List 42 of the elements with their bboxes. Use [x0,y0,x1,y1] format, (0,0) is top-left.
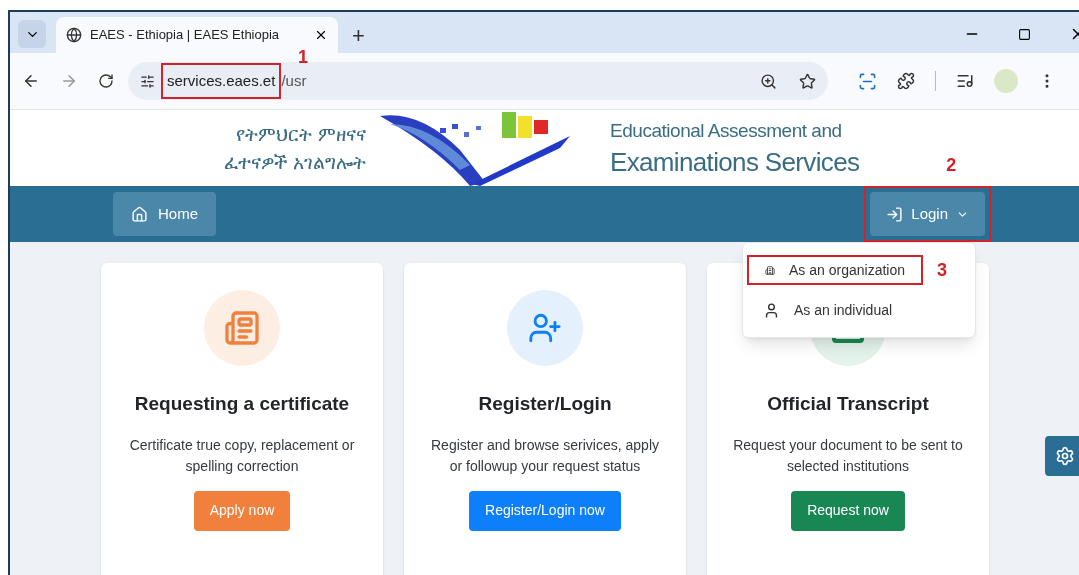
dropdown-item[interactable]: As an organization [747,255,923,285]
scan-icon[interactable] [858,71,877,91]
amharic-title: ፈተናዎች አገልግሎት [223,150,366,175]
card-title: Requesting a certificate [134,392,350,416]
card-description: Certificate true copy, replacement or spelling correction [128,435,356,476]
annotation-number: 2 [946,156,957,174]
new-tab-button[interactable]: + [348,25,369,47]
site-settings-icon[interactable] [140,73,155,89]
url-host: services.eaes.et [161,62,282,100]
login-button[interactable]: Login [870,192,985,236]
globe-icon [66,27,82,43]
card-action-button[interactable]: Register/Login now [469,490,621,531]
home-icon [131,205,148,223]
card-title: Register/Login [478,392,612,416]
user-icon [763,301,780,319]
back-icon[interactable] [22,72,40,90]
login-arrow-icon [886,205,904,223]
settings-button[interactable] [1045,436,1079,476]
maximize-icon[interactable] [1018,27,1031,41]
forward-icon[interactable] [60,72,78,90]
bookmark-star-icon[interactable] [799,72,816,90]
address-bar[interactable]: services.eaes.et /usr [128,62,828,100]
annotation-number: 3 [937,261,947,279]
site-title: Educational Assessment and [610,118,843,143]
reload-icon[interactable] [98,73,114,89]
zoom-icon[interactable] [760,72,777,90]
card-description: Register and browse serivices, apply or followup your request status [430,435,660,476]
dropdown-item[interactable]: As an individual [747,295,971,325]
card-description: Request your document to be sent to selected institutions [732,435,964,476]
extensions-icon[interactable] [897,72,915,90]
url-path: /usr [281,70,307,91]
newspaper-icon [224,310,260,346]
site-title: Examinations Services [610,146,860,180]
tab-title: EAES - Ethiopia | EAES Ethiopia [90,26,281,45]
amharic-title: የትምህርት ምዘናና [235,122,366,147]
card-title: Official Transcript [767,392,929,416]
media-icon[interactable] [956,72,974,90]
user-plus-icon [528,311,562,345]
settings-icon [1055,446,1075,466]
close-icon[interactable] [314,28,328,42]
card-action-button[interactable]: Request now [791,490,905,531]
home-button[interactable]: Home [113,192,216,236]
